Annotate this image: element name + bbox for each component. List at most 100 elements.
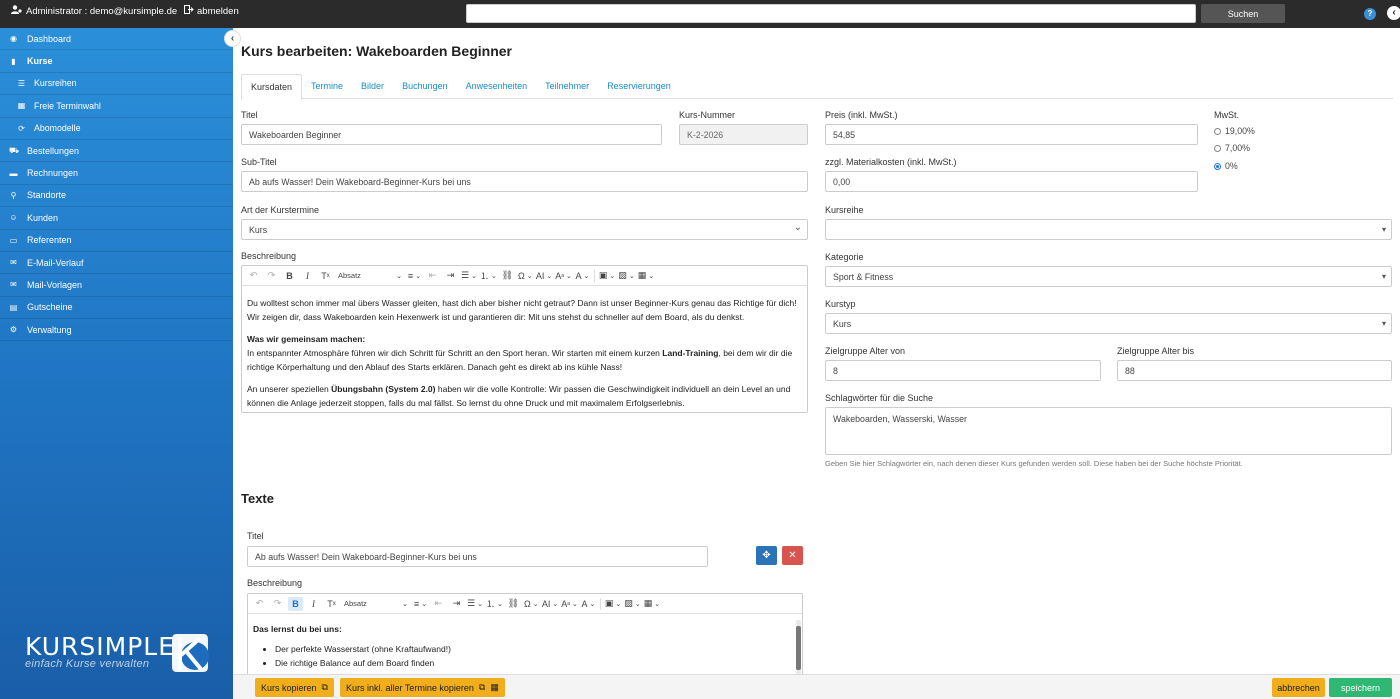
logout-link[interactable]: abmelden [184, 5, 239, 17]
sidebar-item-gutscheine[interactable]: ▤ Gutscheine [0, 297, 233, 320]
copy-course-button[interactable]: Kurs kopieren ⧉ [255, 678, 334, 697]
editor-content[interactable]: Du wolltest schon immer mal übers Wasser… [242, 286, 807, 428]
sidebar-item-kurse[interactable]: ▮ Kurse [0, 50, 233, 73]
image-icon[interactable]: ▨ ⌄ [624, 597, 640, 611]
cancel-button[interactable]: abbrechen [1272, 678, 1325, 697]
font-color-icon[interactable]: A ⌄ [575, 269, 590, 283]
mwst-radio-19[interactable]: 19,00% [1214, 126, 1255, 136]
tab-anwesenheiten[interactable]: Anwesenheiten [457, 74, 537, 99]
subtitel-input[interactable]: Ab aufs Wasser! Dein Wakeboard-Beginner-… [241, 171, 808, 192]
clear-format-icon[interactable]: Tx [324, 597, 339, 611]
chevron-left-icon[interactable]: ‹ [1387, 6, 1400, 20]
tab-kursdaten[interactable]: Kursdaten [241, 74, 303, 100]
bullet-list-icon[interactable]: ☰ ⌄ [461, 269, 477, 283]
sidebar-item-standorte[interactable]: ⚲ Standorte [0, 185, 233, 208]
redo-icon[interactable]: ↷ [270, 597, 285, 611]
tab-buchungen[interactable]: Buchungen [393, 74, 457, 99]
undo-icon[interactable]: ↶ [252, 597, 267, 611]
scrollbar-thumb[interactable] [796, 626, 801, 670]
bold-icon[interactable]: B [288, 596, 303, 611]
special-char-icon[interactable]: Ω ⌄ [524, 597, 539, 611]
mwst-radio-0[interactable]: 0% [1214, 161, 1238, 171]
texte-beschreibung-label: Beschreibung [247, 578, 303, 588]
sidebar-item-kursreihen[interactable]: ☰ Kursreihen [0, 73, 233, 96]
tab-reservierungen[interactable]: Reservierungen [598, 74, 680, 99]
mwst-label: MwSt. [1214, 110, 1240, 120]
sidebar-item-referenten[interactable]: ▭ Referenten [0, 230, 233, 252]
format-select[interactable]: Absatz ⌄ [336, 269, 404, 283]
clear-format-icon[interactable]: Tx [318, 269, 333, 283]
outdent-icon[interactable]: ⇤ [425, 269, 440, 283]
move-button[interactable]: ✥ [756, 546, 777, 565]
redo-icon[interactable]: ↷ [264, 269, 279, 283]
align-icon[interactable]: ≡ ⌄ [407, 269, 422, 283]
font-color-icon[interactable]: A ⌄ [581, 597, 596, 611]
tab-termine[interactable]: Termine [302, 74, 352, 99]
font-size-icon[interactable]: AI ⌄ [536, 269, 552, 283]
link-icon[interactable]: ⛓ [500, 269, 515, 283]
sidebar-item-email-verlauf[interactable]: ✉ E-Mail-Verlauf [0, 252, 233, 275]
texte-titel-input[interactable]: Ab aufs Wasser! Dein Wakeboard-Beginner-… [247, 546, 708, 567]
kursreihe-select[interactable] [825, 219, 1392, 240]
kategorie-select[interactable]: Sport & Fitness [825, 266, 1392, 287]
special-char-icon[interactable]: Ω ⌄ [518, 269, 533, 283]
sidebar-item-label: Dashboard [27, 33, 72, 44]
italic-icon[interactable]: I [300, 269, 315, 283]
beschreibung-editor[interactable]: ↶ ↷ B I Tx Absatz ⌄ ≡ ⌄ ⇤ ⇥ ☰ ⌄ ⒈ ⌄ ⛓ Ω ⌄ AI ⌄… [241, 265, 808, 413]
toolbar-divider [593, 269, 595, 282]
outdent-icon[interactable]: ⇤ [431, 597, 446, 611]
copy-course-with-dates-button[interactable]: Kurs inkl. aller Termine kopieren ⧉ ▦ [340, 678, 505, 697]
font-size-icon[interactable]: AI ⌄ [542, 597, 558, 611]
bullet-list-icon[interactable]: ☰ ⌄ [467, 597, 483, 611]
tab-teilnehmer[interactable]: Teilnehmer [536, 74, 598, 99]
font-family-icon[interactable]: Aa ⌄ [561, 597, 578, 611]
sidebar-item-bestellungen[interactable]: ⛟ Bestellungen [0, 140, 233, 163]
link-icon[interactable]: ⛓ [506, 597, 521, 611]
sidebar-item-verwaltung[interactable]: ⚙ Verwaltung [0, 319, 233, 342]
numbered-list-icon[interactable]: ⒈ ⌄ [486, 597, 503, 611]
radio-button[interactable] [1214, 127, 1221, 135]
font-family-icon[interactable]: Aa ⌄ [555, 269, 572, 283]
titel-input[interactable]: Wakeboarden Beginner [241, 124, 662, 145]
preis-input[interactable]: 54,85 [825, 124, 1198, 145]
numbered-list-icon[interactable]: ⒈ ⌄ [480, 269, 497, 283]
sidebar-item-abomodelle[interactable]: ⟳ Abomodelle [0, 118, 233, 140]
help-icon[interactable]: ? [1364, 8, 1376, 20]
sidebar-item-rechnungen[interactable]: ▬ Rechnungen [0, 162, 233, 185]
indent-icon[interactable]: ⇥ [443, 269, 458, 283]
mwst-radio-7[interactable]: 7,00% [1214, 143, 1250, 153]
alter-von-label: Zielgruppe Alter von [825, 346, 906, 356]
table-icon[interactable]: ▦ ⌄ [638, 269, 654, 283]
undo-icon[interactable]: ↶ [246, 269, 261, 283]
tab-bilder[interactable]: Bilder [352, 74, 393, 99]
sidebar-item-kunden[interactable]: ☺ Kunden [0, 207, 233, 230]
sidebar-item-freie-terminwahl[interactable]: ▦ Freie Terminwahl [0, 95, 233, 118]
sidebar-item-dashboard[interactable]: ◉ Dashboard [0, 28, 233, 51]
media-icon[interactable]: ▣ ⌄ [605, 597, 621, 611]
bold-icon[interactable]: B [282, 269, 297, 283]
materialkosten-input[interactable]: 0,00 [825, 171, 1198, 192]
radio-button[interactable] [1214, 144, 1221, 152]
alter-von-input[interactable]: 8 [825, 360, 1101, 381]
media-icon[interactable]: ▣ ⌄ [599, 269, 615, 283]
table-icon[interactable]: ▦ ⌄ [644, 597, 660, 611]
schlagwoerter-label: Schlagwörter für die Suche [825, 393, 934, 403]
schlagwoerter-textarea[interactable]: Wakeboarden, Wasserski, Wasser [825, 407, 1392, 455]
kurstermine-art-select[interactable]: Kurs [241, 219, 808, 240]
editor-content[interactable]: Das lernst du bei uns: Der perfekte Wass… [248, 614, 802, 680]
indent-icon[interactable]: ⇥ [449, 597, 464, 611]
format-select[interactable]: Absatz ⌄ [342, 597, 410, 611]
kurstyp-select[interactable]: Kurs [825, 313, 1392, 334]
alter-bis-input[interactable]: 88 [1117, 360, 1392, 381]
image-icon[interactable]: ▨ ⌄ [618, 269, 634, 283]
delete-button[interactable]: ✕ [782, 546, 803, 565]
italic-icon[interactable]: I [306, 597, 321, 611]
sidebar-item-mail-vorlagen[interactable]: ✉ Mail-Vorlagen [0, 274, 233, 297]
search-button[interactable]: Suchen [1201, 4, 1285, 23]
search-input[interactable] [466, 4, 1196, 23]
sidebar-item-label: Standorte [27, 190, 67, 201]
save-button[interactable]: speichern [1329, 678, 1392, 697]
align-icon[interactable]: ≡ ⌄ [413, 597, 428, 611]
radio-button-selected[interactable] [1214, 162, 1221, 170]
format-select-label: Absatz [338, 271, 361, 280]
